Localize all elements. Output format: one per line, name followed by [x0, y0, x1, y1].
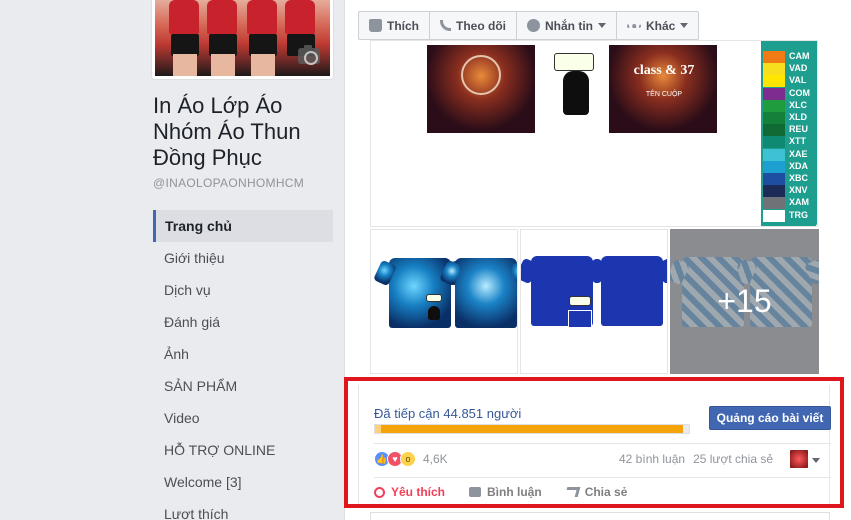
color-swatch — [763, 51, 785, 63]
message-button[interactable]: Nhắn tin — [517, 12, 617, 39]
rss-icon — [440, 20, 451, 31]
love-button[interactable]: Yêu thích — [374, 485, 445, 499]
reaction-summary[interactable]: 👍 ♥ o 4,6K — [374, 451, 448, 467]
more-button[interactable]: Khác — [617, 12, 698, 39]
color-swatch-code: XLC — [789, 99, 807, 110]
color-swatch — [763, 197, 785, 210]
color-swatch-code: VAD — [789, 63, 808, 74]
more-label: Khác — [646, 18, 676, 33]
color-swatch — [763, 136, 785, 149]
shirt-design-front — [427, 45, 535, 133]
like-page-label: Thích — [387, 18, 419, 33]
color-swatch — [763, 185, 785, 198]
love-label: Yêu thích — [391, 485, 446, 499]
sleeve-graphic — [563, 71, 589, 115]
wow-reaction-icon: o — [400, 451, 416, 467]
sidebar-item-home[interactable]: Trang chủ — [153, 210, 333, 242]
page-action-toolbar: Thích Theo dõi Nhắn tin Khác — [358, 11, 700, 40]
next-post-card — [370, 512, 830, 520]
sidebar-item-reviews[interactable]: Đánh giá — [153, 306, 333, 338]
post-photo-3[interactable] — [520, 229, 668, 374]
reach-progress-fill — [375, 425, 683, 433]
profile-picture[interactable] — [152, 0, 333, 79]
share-button[interactable]: Chia sẻ — [564, 485, 628, 499]
post-photo-more[interactable]: +15 — [670, 229, 819, 374]
page-handle[interactable]: @INAOLOPAONHOMHCM — [153, 176, 304, 190]
reach-text[interactable]: Đã tiếp cận 44.851 người — [374, 406, 521, 421]
message-label: Nhắn tin — [545, 18, 593, 33]
messenger-icon — [527, 19, 540, 32]
color-swatch-code: XTT — [789, 136, 806, 147]
color-swatch-code: CAM — [789, 51, 810, 61]
reaction-count: 4,6K — [423, 452, 448, 466]
color-swatch-code: COM — [789, 87, 810, 98]
post-stats: 42 bình luận 25 lượt chia sẻ — [619, 452, 773, 466]
chevron-down-icon — [598, 23, 606, 28]
more-dots-icon — [627, 23, 641, 28]
like-page-button[interactable]: Thích — [359, 12, 430, 39]
color-swatch — [763, 209, 785, 222]
color-swatch-code: XAM — [789, 197, 809, 208]
camera-icon[interactable] — [298, 45, 320, 65]
color-swatch — [763, 87, 785, 100]
page-avatar[interactable] — [790, 450, 808, 468]
color-swatch — [763, 99, 785, 112]
page-title: In Áo Lớp Áo Nhóm Áo Thun Đồng Phục — [153, 93, 301, 170]
shirt-print-text: class & 37 — [633, 63, 695, 78]
post-photo-main[interactable]: class & 37 TÊN CUỘP CAM VAD VAL COM XLC XLD RE… — [370, 40, 818, 227]
color-swatch-code: XDA — [789, 160, 809, 171]
color-swatch — [763, 75, 785, 88]
comment-label: Bình luận — [487, 485, 542, 499]
heart-icon — [374, 486, 385, 498]
color-swatch — [763, 173, 785, 185]
sidebar-item-support[interactable]: HỖ TRỢ ONLINE — [153, 434, 333, 466]
boost-post-button[interactable]: Quảng cáo bài viết — [709, 406, 831, 430]
color-swatch-code: XLD — [789, 112, 807, 122]
follow-button[interactable]: Theo dõi — [430, 12, 517, 39]
color-swatch-code: VAL — [789, 75, 807, 86]
name-tag-graphic — [554, 53, 594, 71]
color-swatch — [763, 124, 785, 137]
color-swatch — [763, 160, 785, 173]
color-swatch — [763, 148, 785, 161]
shares-count-link[interactable]: 25 lượt chia sẻ — [693, 452, 773, 466]
shirt-print-subtext: TÊN CUỘP — [645, 91, 683, 98]
color-swatch-code: TRG — [789, 209, 808, 220]
color-swatch-code: XNV — [789, 185, 808, 196]
share-label: Chia sẻ — [584, 485, 628, 499]
post-insights-highlight: Đã tiếp cận 44.851 người Quảng cáo bài v… — [344, 377, 844, 508]
page-sidebar-nav: Trang chủ Giới thiệu Dịch vụ Đánh giá Ản… — [153, 210, 333, 520]
thumbs-up-icon — [369, 19, 382, 32]
comment-icon — [469, 487, 482, 497]
chevron-down-icon[interactable] — [812, 458, 820, 463]
color-swatch-code: REU — [789, 124, 809, 135]
galaxy-shirt-back — [455, 258, 517, 328]
share-arrow-icon — [564, 487, 581, 497]
color-swatch — [763, 112, 785, 124]
cover-figure — [169, 0, 199, 34]
sidebar-item-about[interactable]: Giới thiệu — [153, 242, 333, 274]
chevron-down-icon — [680, 23, 689, 28]
sidebar-item-videos[interactable]: Video — [153, 402, 333, 434]
color-swatch-code: XBC — [789, 173, 809, 183]
post-action-bar: Yêu thích Bình luận Chia sẻ — [374, 485, 627, 499]
sidebar-item-services[interactable]: Dịch vụ — [153, 274, 333, 306]
comment-button[interactable]: Bình luận — [469, 485, 542, 499]
follow-label: Theo dõi — [456, 18, 506, 33]
post-photo-2[interactable] — [370, 229, 518, 374]
sidebar-item-welcome[interactable]: Welcome [3] — [153, 466, 333, 498]
shirt-design-back: class & 37 TÊN CUỘP — [609, 45, 717, 133]
comments-count-link[interactable]: 42 bình luận — [619, 452, 685, 466]
more-photos-overlay[interactable]: +15 — [670, 229, 819, 374]
sidebar-item-likes[interactable]: Lượt thích — [153, 498, 333, 520]
sidebar-item-products[interactable]: SẢN PHẨM — [153, 370, 333, 402]
blue-shirt-back — [601, 256, 663, 326]
galaxy-shirt-front — [389, 258, 451, 328]
color-swatch — [763, 63, 785, 76]
color-swatch-code: XAE — [789, 148, 808, 159]
sidebar-item-photos[interactable]: Ảnh — [153, 338, 333, 370]
reach-progress-bar — [374, 424, 690, 434]
